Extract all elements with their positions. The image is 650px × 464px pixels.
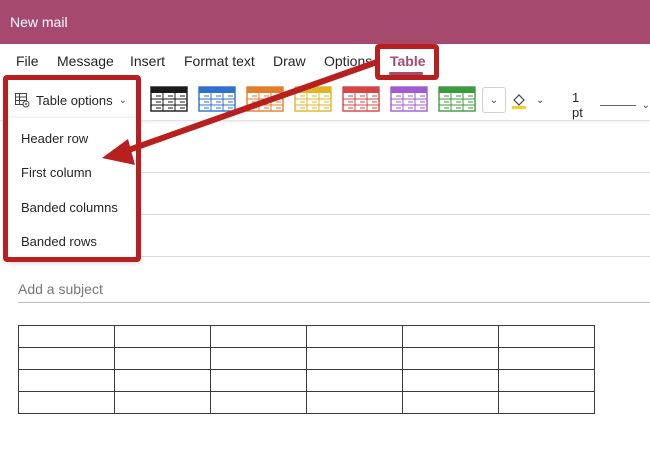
table-cell[interactable] — [210, 391, 307, 414]
table-style-thumbnail[interactable] — [390, 86, 428, 112]
table-cell[interactable] — [114, 391, 211, 414]
subject-underline — [18, 302, 650, 303]
tab-insert[interactable]: Insert — [130, 53, 165, 69]
chevron-down-icon: ⌄ — [536, 94, 545, 106]
table-style-thumbnail[interactable] — [342, 86, 380, 112]
line-preview-icon — [599, 104, 636, 106]
table-row — [18, 347, 595, 370]
border-weight-value: 1 pt — [572, 90, 583, 120]
table-style-thumbnail[interactable] — [150, 86, 188, 112]
table-style-thumbnail[interactable] — [294, 86, 332, 112]
table-cell[interactable] — [18, 391, 115, 414]
table-cell[interactable] — [498, 369, 595, 392]
annotation-box-tab — [375, 44, 439, 80]
tab-message[interactable]: Message — [57, 53, 114, 69]
table-cell[interactable] — [402, 325, 499, 348]
table-cell[interactable] — [114, 325, 211, 348]
table-cell[interactable] — [306, 369, 403, 392]
table-cell[interactable] — [18, 347, 115, 370]
table-cell[interactable] — [114, 347, 211, 370]
table-cell[interactable] — [306, 347, 403, 370]
table-cell[interactable] — [402, 347, 499, 370]
paint-bucket-icon — [512, 94, 526, 109]
table-cell[interactable] — [306, 391, 403, 414]
table-cell[interactable] — [402, 391, 499, 414]
tab-options[interactable]: Options — [324, 53, 372, 69]
annotation-box-menu — [3, 75, 141, 262]
gallery-expand-button[interactable]: ⌄ — [482, 87, 506, 113]
table-cell[interactable] — [402, 369, 499, 392]
table-cell[interactable] — [498, 347, 595, 370]
table-cell[interactable] — [210, 369, 307, 392]
border-weight-dropdown[interactable]: 1 pt ⌄ — [572, 90, 650, 120]
table-style-thumbnail[interactable] — [438, 86, 476, 112]
table-row — [18, 325, 595, 348]
table-style-thumbnail[interactable] — [246, 86, 284, 112]
table-cell[interactable] — [306, 325, 403, 348]
title-bar: New mail — [0, 0, 650, 44]
menu-bar: File Message Insert Format text Draw Opt… — [0, 44, 650, 78]
window-title: New mail — [10, 14, 68, 30]
table-cell[interactable] — [498, 391, 595, 414]
table-cell[interactable] — [210, 325, 307, 348]
table-style-thumbnail[interactable] — [198, 86, 236, 112]
tab-draw[interactable]: Draw — [273, 53, 306, 69]
table-cell[interactable] — [18, 325, 115, 348]
chevron-down-icon: ⌄ — [641, 99, 650, 111]
subject-input[interactable]: Add a subject — [18, 281, 103, 297]
body-table[interactable] — [18, 325, 595, 414]
tab-file[interactable]: File — [16, 53, 39, 69]
chevron-down-icon: ⌄ — [489, 94, 499, 106]
table-cell[interactable] — [210, 347, 307, 370]
table-cell[interactable] — [498, 325, 595, 348]
tab-format-text[interactable]: Format text — [184, 53, 255, 69]
table-row — [18, 391, 595, 414]
table-cell[interactable] — [114, 369, 211, 392]
shading-button[interactable]: ⌄ — [510, 88, 546, 112]
table-cell[interactable] — [18, 369, 115, 392]
table-row — [18, 369, 595, 392]
